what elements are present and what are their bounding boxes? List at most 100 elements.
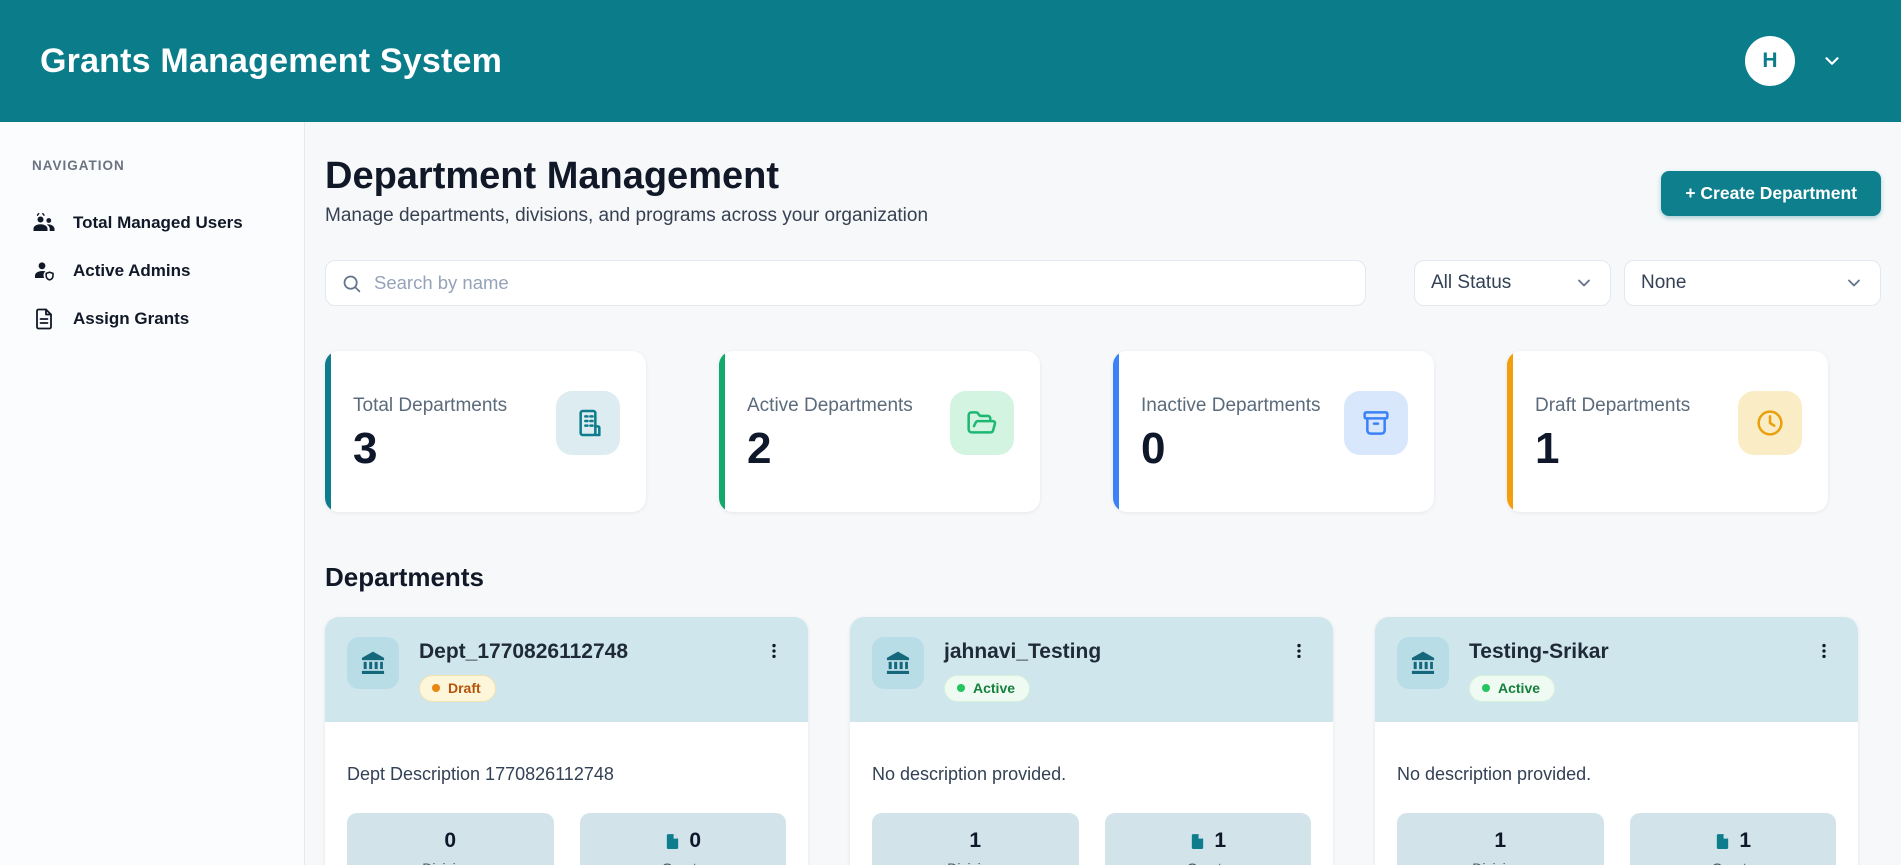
divisions-label: Divisions xyxy=(1397,860,1604,865)
department-name: jahnavi_Testing xyxy=(944,640,1102,663)
bank-icon xyxy=(347,637,399,689)
status-badge: Draft xyxy=(419,675,496,703)
department-card-body: No description provided. 1 Divisions 1 G… xyxy=(1375,722,1858,865)
bank-icon xyxy=(1397,637,1449,689)
status-text: Active xyxy=(973,680,1016,697)
grants-count: 1 xyxy=(1739,829,1752,853)
department-card-header: Dept_1770826112748 Draft xyxy=(325,617,808,723)
search-icon xyxy=(341,273,362,294)
secondary-filter-value: None xyxy=(1641,272,1687,293)
users-group-icon xyxy=(32,211,56,235)
status-badge: Active xyxy=(1469,675,1556,703)
divisions-label: Divisions xyxy=(872,860,1079,865)
divisions-count: 1 xyxy=(1494,829,1507,853)
page-head-text: Department Management Manage departments… xyxy=(325,155,928,227)
sidebar-item-label: Assign Grants xyxy=(73,309,190,328)
department-description: Dept Description 1770826112748 xyxy=(347,764,614,785)
folder-open-icon xyxy=(950,391,1014,455)
nav-section-label: NAVIGATION xyxy=(32,158,125,173)
status-filter-value: All Status xyxy=(1431,272,1512,293)
departments-heading: Departments xyxy=(325,562,484,592)
department-description: No description provided. xyxy=(1397,764,1592,785)
accent-bar xyxy=(1113,351,1119,512)
departments-grid: Dept_1770826112748 Draft Dept Descriptio… xyxy=(325,617,1881,865)
bank-icon xyxy=(872,637,924,689)
secondary-filter-dropdown[interactable]: None xyxy=(1624,260,1881,306)
divisions-stat-box: 1 Divisions xyxy=(872,813,1079,865)
divisions-stat-box: 1 Divisions xyxy=(1397,813,1604,865)
status-dot xyxy=(957,684,965,693)
chevron-down-icon xyxy=(1844,273,1864,293)
office-building-icon xyxy=(556,391,620,455)
department-name: Testing-Srikar xyxy=(1469,640,1609,663)
kebab-menu-icon[interactable] xyxy=(1287,637,1311,670)
divisions-count: 1 xyxy=(969,829,982,853)
grants-count: 1 xyxy=(1214,829,1227,853)
accent-bar xyxy=(325,351,331,512)
department-card-body: No description provided. 1 Divisions 1 G… xyxy=(850,722,1333,865)
avatar[interactable]: H xyxy=(1745,36,1795,86)
department-stats: 0 Divisions 0 Grants xyxy=(347,813,786,865)
toolbar: All Status None xyxy=(325,260,1881,306)
grants-stat-box: 1 Grants xyxy=(1629,813,1837,865)
department-title-block: jahnavi_Testing Active xyxy=(944,637,1102,703)
department-card: Dept_1770826112748 Draft Dept Descriptio… xyxy=(325,617,808,865)
stat-card-total-departments: Total Departments 3 xyxy=(325,351,646,512)
search-input[interactable] xyxy=(374,272,1350,294)
department-name: Dept_1770826112748 xyxy=(419,640,629,663)
department-stats: 1 Divisions 1 Grants xyxy=(1397,813,1836,865)
grants-stat-box: 1 Grants xyxy=(1104,813,1312,865)
sidebar-item-active-admins[interactable]: Active Admins xyxy=(0,247,304,295)
department-title-block: Testing-Srikar Active xyxy=(1469,637,1609,703)
admin-shield-icon xyxy=(32,259,56,283)
create-department-button[interactable]: + Create Department xyxy=(1661,171,1881,216)
department-title-block: Dept_1770826112748 Draft xyxy=(419,637,629,703)
status-dot xyxy=(432,684,440,693)
kebab-menu-icon[interactable] xyxy=(1812,637,1836,670)
sidebar-item-assign-grants[interactable]: Assign Grants xyxy=(0,295,304,343)
kebab-menu-icon[interactable] xyxy=(762,637,786,670)
app-header: Grants Management System H xyxy=(0,0,1901,122)
archive-box-icon xyxy=(1344,391,1408,455)
sidebar-item-label: Active Admins xyxy=(73,261,191,280)
department-card: Testing-Srikar Active No description pro… xyxy=(1375,617,1858,865)
chevron-down-icon[interactable] xyxy=(1821,50,1843,72)
divisions-count: 0 xyxy=(444,829,457,853)
grants-stat-box: 0 Grants xyxy=(579,813,787,865)
status-text: Draft xyxy=(448,680,481,697)
page-subtitle: Manage departments, divisions, and progr… xyxy=(325,205,929,226)
department-description: No description provided. xyxy=(872,764,1067,785)
main-content: Department Management Manage departments… xyxy=(305,122,1901,865)
status-text: Active xyxy=(1498,680,1541,697)
status-filter-dropdown[interactable]: All Status xyxy=(1414,260,1611,306)
document-icon xyxy=(32,307,56,331)
status-dot xyxy=(1482,684,1490,693)
stat-card-inactive-departments: Inactive Departments 0 xyxy=(1113,351,1434,512)
department-stats: 1 Divisions 1 Grants xyxy=(872,813,1311,865)
grants-label: Grants xyxy=(1630,860,1837,865)
stat-card-active-departments: Active Departments 2 xyxy=(719,351,1040,512)
stats-row: Total Departments 3 Active Departments 2… xyxy=(325,351,1881,512)
sidebar-item-label: Total Managed Users xyxy=(73,213,243,232)
sidebar-item-total-managed-users[interactable]: Total Managed Users xyxy=(0,199,304,247)
department-card-body: Dept Description 1770826112748 0 Divisio… xyxy=(325,722,808,865)
divisions-stat-box: 0 Divisions xyxy=(347,813,554,865)
file-icon xyxy=(664,833,681,850)
file-icon xyxy=(1189,833,1206,850)
header-user-area: H xyxy=(1745,36,1843,86)
status-badge: Active xyxy=(944,675,1031,703)
sidebar: NAVIGATION Total Managed Users Active Ad… xyxy=(0,122,305,865)
chevron-down-icon xyxy=(1574,273,1594,293)
grants-label: Grants xyxy=(580,860,787,865)
search-box xyxy=(325,260,1366,306)
stat-card-draft-departments: Draft Departments 1 xyxy=(1507,351,1828,512)
file-icon xyxy=(1714,833,1731,850)
grants-label: Grants xyxy=(1105,860,1312,865)
app-title: Grants Management System xyxy=(40,41,503,80)
accent-bar xyxy=(1507,351,1513,512)
department-card: jahnavi_Testing Active No description pr… xyxy=(850,617,1333,865)
accent-bar xyxy=(719,351,725,512)
grants-count: 0 xyxy=(689,829,702,853)
department-card-header: jahnavi_Testing Active xyxy=(850,617,1333,723)
department-card-header: Testing-Srikar Active xyxy=(1375,617,1858,723)
